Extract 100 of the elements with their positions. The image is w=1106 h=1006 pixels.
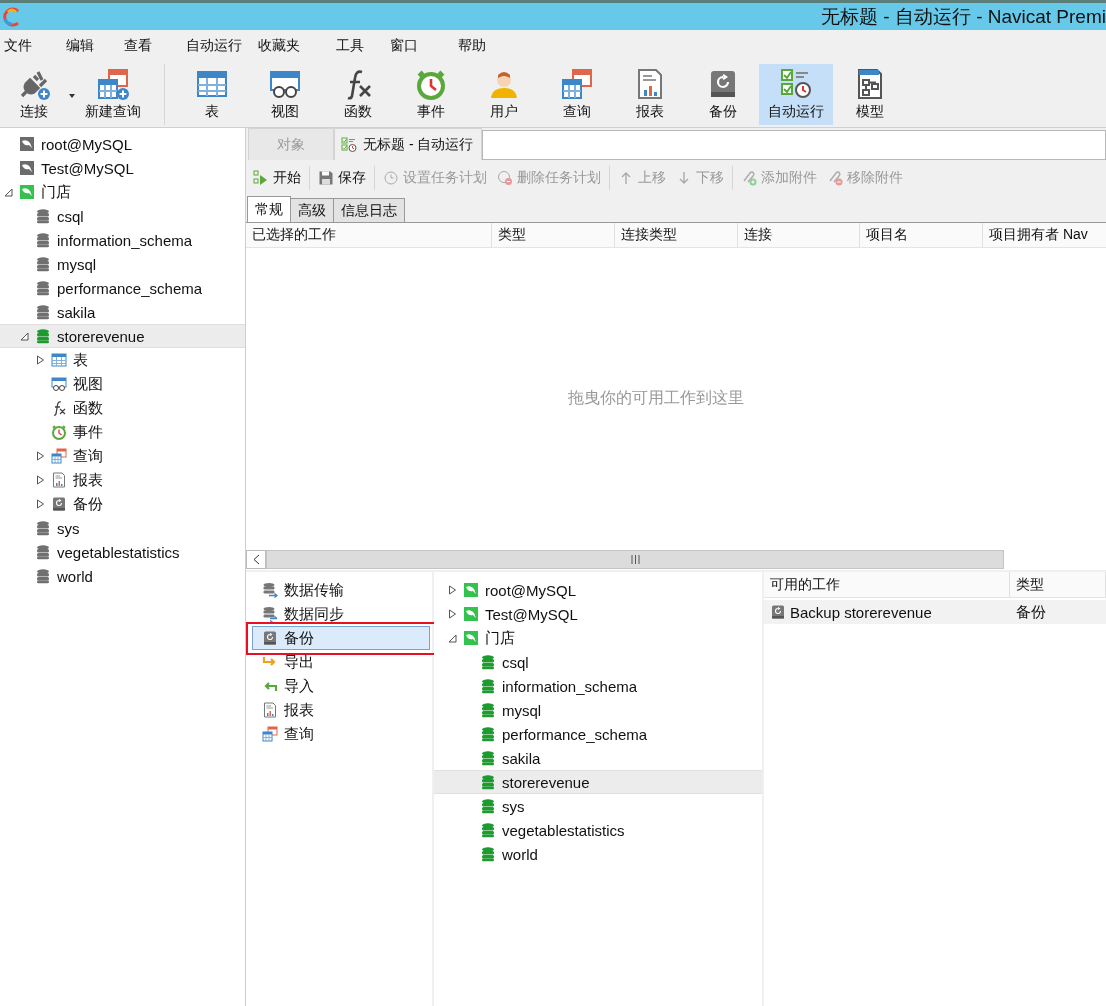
report-icon (51, 472, 67, 488)
toolbar-button[interactable]: 连接 (0, 64, 68, 125)
tree-item[interactable]: performance_schema (434, 722, 762, 746)
collapsed-arrow-icon[interactable] (36, 355, 45, 365)
tree-item[interactable]: vegetablestatistics (0, 540, 245, 564)
toolbar-button[interactable]: 查询 (541, 64, 613, 125)
tree-item[interactable]: 视图 (0, 372, 245, 396)
tab[interactable]: 常规 (247, 196, 291, 222)
tree-item[interactable]: csql (434, 650, 762, 674)
column-header[interactable]: 已选择的工作 (246, 223, 492, 247)
tree-item[interactable]: mysql (434, 698, 762, 722)
collapsed-arrow-icon[interactable] (448, 609, 457, 619)
menu-item[interactable]: 工具 (332, 37, 386, 55)
tree-item[interactable]: 报表 (0, 468, 245, 492)
tree-item[interactable]: performance_schema (0, 276, 245, 300)
report-icon (262, 702, 278, 718)
menu-item[interactable]: 自动运行 (182, 37, 254, 55)
tree-item[interactable]: sakila (0, 300, 245, 324)
menu-item[interactable]: 帮助 (454, 37, 514, 55)
collapsed-arrow-icon[interactable] (36, 499, 45, 509)
tree-item[interactable]: storerevenue (0, 324, 245, 348)
job-type-item[interactable]: 数据传输 (252, 578, 430, 602)
menu-item[interactable]: 编辑 (62, 37, 120, 55)
toolbar-button[interactable]: 函数 (321, 64, 395, 125)
job-type-item[interactable]: 导入 (252, 674, 430, 698)
tree-item[interactable]: root@MySQL (0, 132, 245, 156)
tree-item[interactable]: world (434, 842, 762, 866)
menu-item[interactable]: 窗口 (386, 37, 454, 55)
tab[interactable]: 高级 (290, 198, 334, 222)
tree-item[interactable]: storerevenue (434, 770, 762, 794)
toolbar-button[interactable]: 备份 (687, 64, 759, 125)
database-icon (35, 328, 51, 344)
tree-item[interactable]: 查询 (0, 444, 245, 468)
job-type-item[interactable]: 备份 (252, 626, 430, 650)
tree-item[interactable]: information_schema (0, 228, 245, 252)
tree-item[interactable]: vegetablestatistics (434, 818, 762, 842)
toolbar-button[interactable]: 模型 (833, 64, 907, 125)
tree-item[interactable]: root@MySQL (434, 578, 762, 602)
job-type-item[interactable]: 导出 (252, 650, 430, 674)
action-button[interactable]: 开始 (248, 169, 306, 187)
menu-item[interactable]: 查看 (120, 37, 182, 55)
tree-item[interactable]: Test@MySQL (0, 156, 245, 180)
tree-item[interactable]: information_schema (434, 674, 762, 698)
column-header[interactable]: 可用的工作 (764, 572, 1010, 597)
database-icon (35, 568, 51, 584)
play-icon (253, 170, 269, 186)
tree-item[interactable]: 备份 (0, 492, 245, 516)
toolbar-button[interactable]: 新建查询 (68, 64, 158, 125)
job-type-item[interactable]: 查询 (252, 722, 430, 746)
tree-item[interactable]: csql (0, 204, 245, 228)
toolbar-button[interactable]: 自动运行 (759, 64, 833, 125)
column-header[interactable]: 项目名 (860, 223, 983, 247)
database-icon (35, 544, 51, 560)
tree-item[interactable]: 表 (0, 348, 245, 372)
tree-item[interactable]: 函数 (0, 396, 245, 420)
database-icon (480, 846, 496, 862)
toolbar-button[interactable]: 表 (175, 64, 249, 125)
scroll-left-button[interactable] (246, 550, 266, 569)
tree-item[interactable]: 事件 (0, 420, 245, 444)
menu-item[interactable]: 收藏夹 (254, 37, 332, 55)
grip-icon (630, 555, 640, 564)
toolbar-button[interactable]: 用户 (467, 64, 541, 125)
job-type-item[interactable]: 报表 (252, 698, 430, 722)
connection-icon (463, 630, 479, 646)
menu-item[interactable]: 文件 (0, 37, 62, 55)
collapsed-arrow-icon[interactable] (36, 475, 45, 485)
job-row[interactable]: Backup storerevenue 备份 (764, 600, 1106, 624)
toolbar-button[interactable]: 视图 (249, 64, 321, 125)
connection-icon (19, 136, 35, 152)
collapsed-arrow-icon[interactable] (448, 585, 457, 595)
caret-icon[interactable] (69, 94, 75, 98)
tree-item[interactable]: sys (0, 516, 245, 540)
view-icon (51, 376, 67, 392)
tree-item[interactable]: 门店 (434, 626, 762, 650)
document-tab[interactable]: 无标题 - 自动运行 (334, 128, 483, 160)
toolbar-button[interactable]: 报表 (613, 64, 687, 125)
expanded-arrow-icon[interactable] (448, 633, 457, 643)
database-icon (35, 280, 51, 296)
tree-item[interactable]: 门店 (0, 180, 245, 204)
tree-item[interactable]: sys (434, 794, 762, 818)
column-header[interactable]: 连接 (738, 223, 860, 247)
scrollbar-thumb[interactable] (266, 550, 1004, 569)
toolbar-button[interactable]: 事件 (395, 64, 467, 125)
column-header[interactable]: 项目拥有者 Nav (983, 223, 1106, 247)
column-header[interactable]: 类型 (1010, 572, 1106, 597)
action-button[interactable]: 保存 (313, 169, 371, 187)
tree-item[interactable]: world (0, 564, 245, 588)
tree-item[interactable]: mysql (0, 252, 245, 276)
tree-item[interactable]: Test@MySQL (434, 602, 762, 626)
chevron-left-icon (252, 554, 260, 565)
job-type-item[interactable]: 数据同步 (252, 602, 430, 626)
collapsed-arrow-icon[interactable] (36, 451, 45, 461)
connection-icon (463, 606, 479, 622)
tab[interactable]: 信息日志 (333, 198, 405, 222)
database-icon (35, 520, 51, 536)
expanded-arrow-icon[interactable] (4, 187, 13, 197)
column-header[interactable]: 连接类型 (615, 223, 738, 247)
expanded-arrow-icon[interactable] (20, 331, 29, 341)
column-header[interactable]: 类型 (492, 223, 615, 247)
tree-item[interactable]: sakila (434, 746, 762, 770)
